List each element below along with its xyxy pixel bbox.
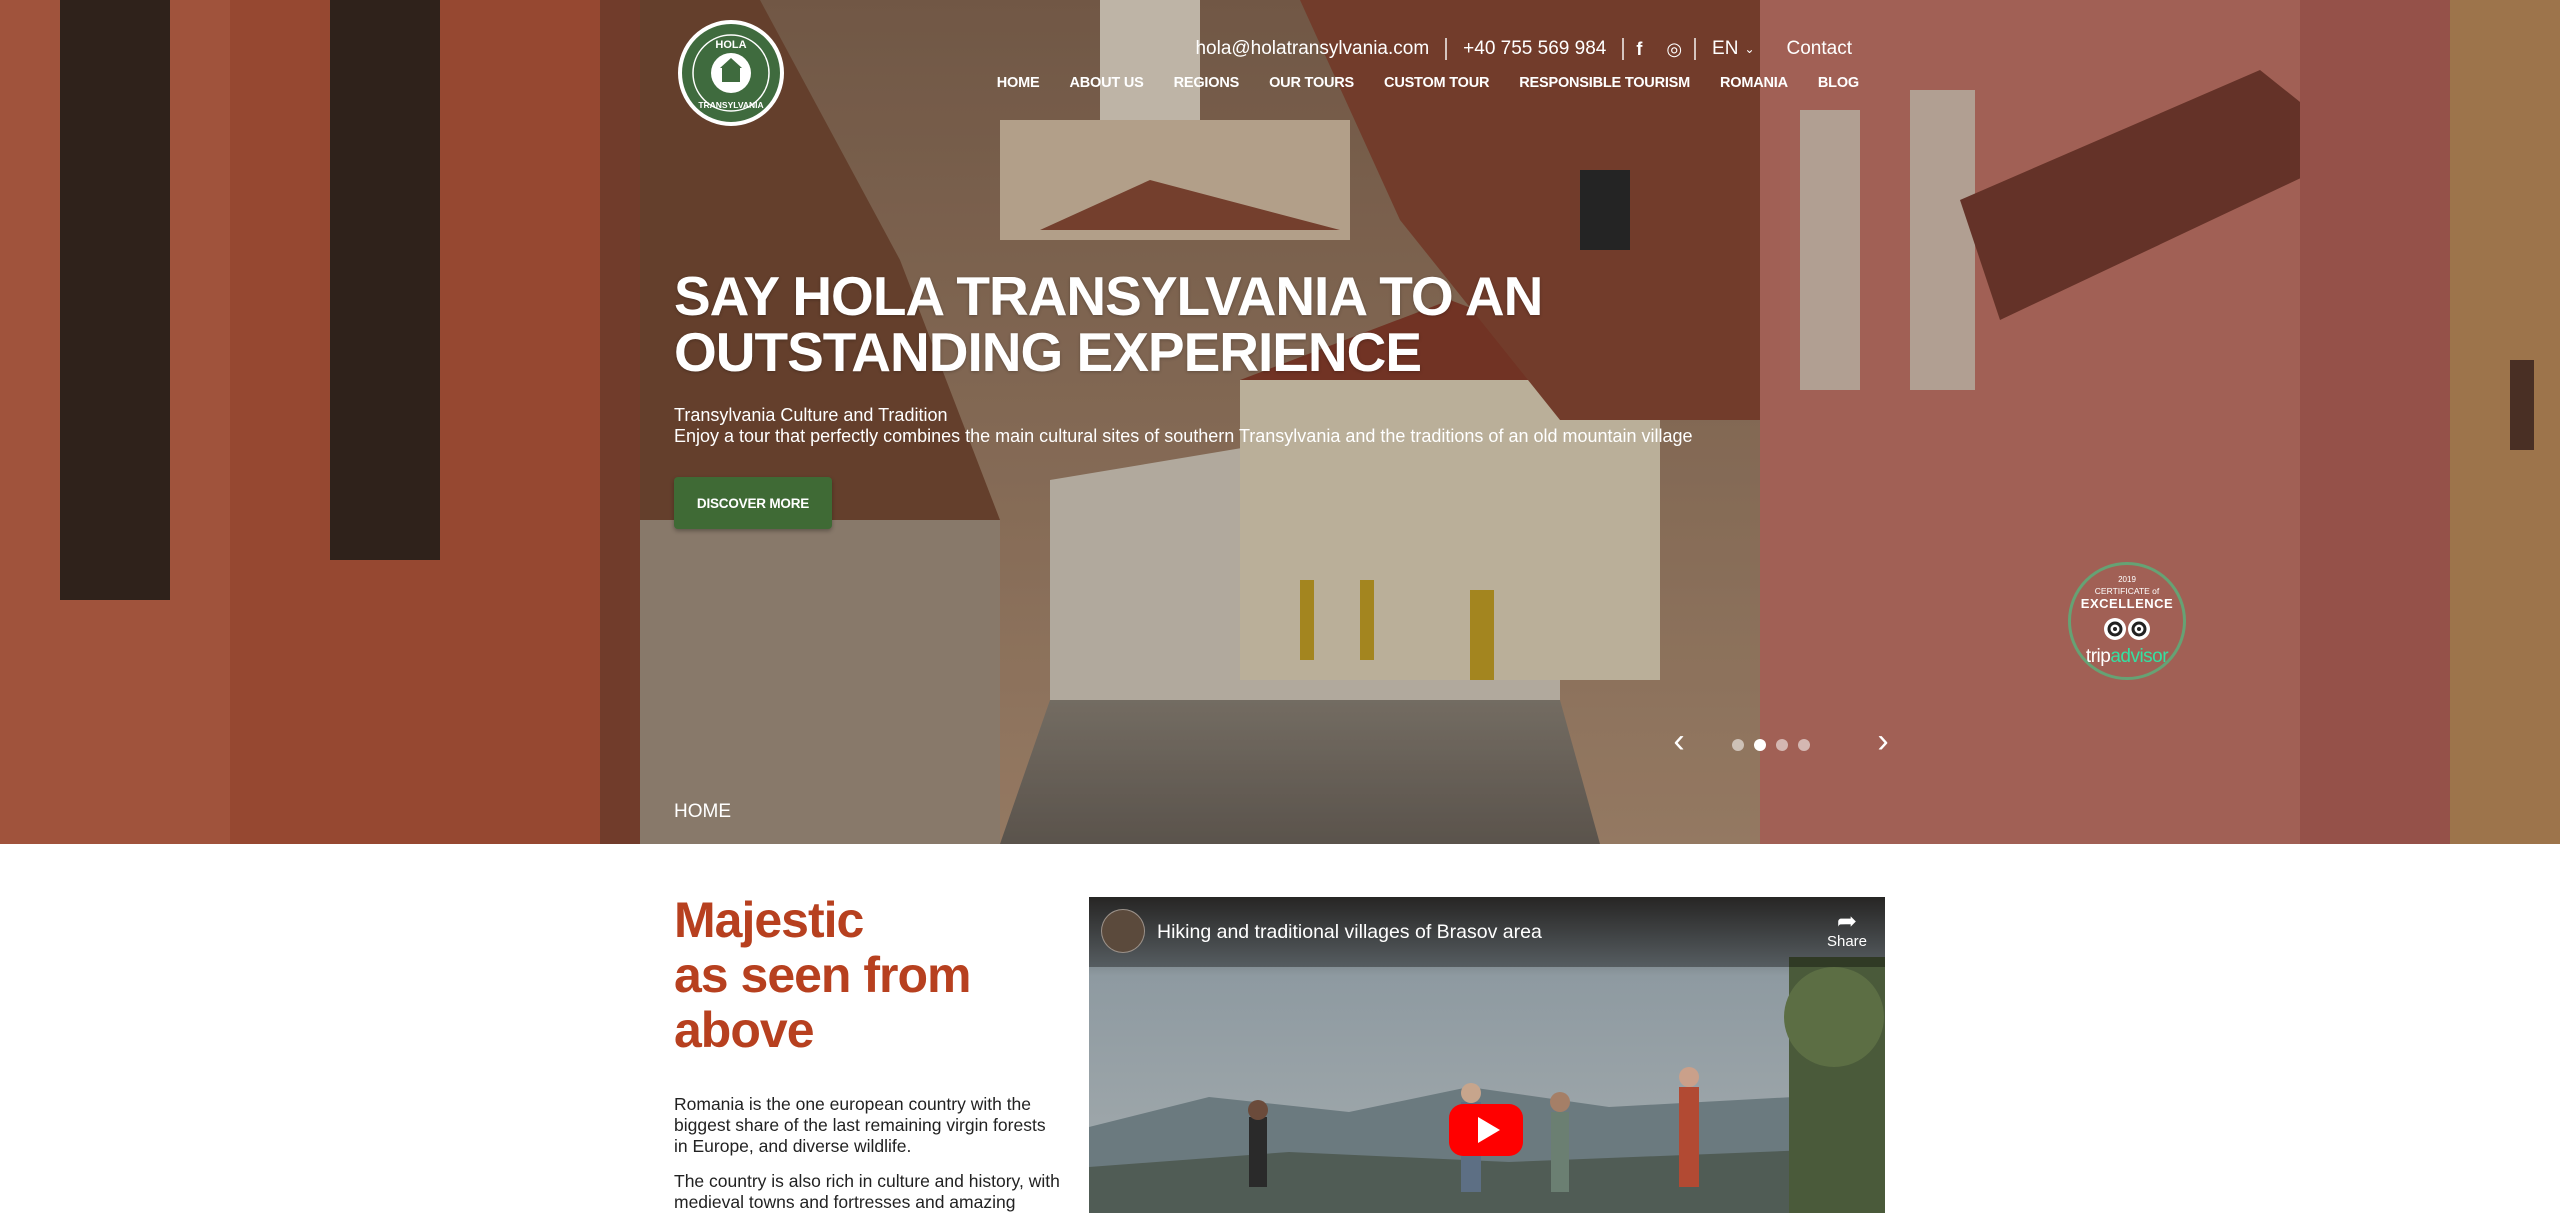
hero-banner: HOLA TRANSYLVANIA hola@holatransylvania.…: [0, 0, 2560, 844]
share-label: Share: [1826, 933, 1867, 950]
section-title-line1: Majestic: [674, 892, 864, 948]
slider-dot[interactable]: [1732, 739, 1744, 751]
instagram-icon[interactable]: ◎: [1654, 39, 1694, 60]
nav-blog[interactable]: BLOG: [1803, 75, 1874, 91]
slider-dot-active[interactable]: [1754, 739, 1766, 751]
section-title-line2: as seen from: [674, 947, 971, 1003]
nav-responsible-tourism[interactable]: RESPONSIBLE TOURISM: [1504, 75, 1705, 91]
language-label: EN: [1712, 38, 1739, 59]
hero-title-line1: SAY HOLA TRANSYLVANIA TO AN: [674, 265, 1543, 327]
facebook-icon[interactable]: f: [1624, 39, 1654, 60]
video-embed[interactable]: Hiking and traditional villages of Braso…: [1089, 897, 1885, 1213]
badge-brand: tripadvisor: [2071, 646, 2183, 668]
hero-subtitle-line1: Transylvania Culture and Tradition: [674, 405, 948, 425]
badge-certificate: CERTIFICATE of: [2094, 586, 2160, 596]
nav-romania[interactable]: ROMANIA: [1705, 75, 1803, 91]
slider-dot[interactable]: [1776, 739, 1788, 751]
play-icon: [1477, 1117, 1500, 1143]
video-thumbnail: [1089, 897, 1885, 1213]
top-contact-bar: hola@holatransylvania.com +40 755 569 98…: [1179, 34, 1868, 64]
slider-dot[interactable]: [1798, 739, 1810, 751]
tripadvisor-owl-icon: [2104, 618, 2150, 640]
breadcrumb[interactable]: HOME: [674, 801, 731, 823]
main-navigation: HOME ABOUT US REGIONS OUR TOURS CUSTOM T…: [982, 75, 1874, 91]
discover-more-button[interactable]: DISCOVER MORE: [674, 477, 832, 529]
slider-prev-icon[interactable]: ‹: [1664, 722, 1694, 760]
play-button[interactable]: [1449, 1104, 1523, 1156]
hero-title: SAY HOLA TRANSYLVANIA TO AN OUTSTANDING …: [674, 268, 1674, 380]
share-icon: ➦: [1836, 908, 1858, 935]
share-button[interactable]: ➦ Share: [1826, 908, 1867, 951]
section-paragraph: The country is also rich in culture and …: [674, 1171, 1060, 1212]
logo-emblem-icon: HOLA TRANSYLVANIA: [692, 34, 770, 112]
hero-title-line2: OUTSTANDING EXPERIENCE: [674, 321, 1422, 383]
slider-next-icon[interactable]: ›: [1868, 722, 1898, 760]
logo-text-transylvania: TRANSYLVANIA: [698, 100, 763, 110]
tripadvisor-badge[interactable]: 2019 CERTIFICATE of EXCELLENCE tripadvis…: [2068, 562, 2186, 680]
section-body: Romania is the one european country with…: [674, 1094, 1064, 1227]
site-logo[interactable]: HOLA TRANSYLVANIA: [678, 20, 784, 126]
section-title: Majestic as seen from above: [674, 893, 1054, 1058]
section-title-line3: above: [674, 1002, 815, 1058]
nav-custom-tour[interactable]: CUSTOM TOUR: [1369, 75, 1504, 91]
phone-link[interactable]: +40 755 569 984: [1447, 38, 1622, 60]
nav-home[interactable]: HOME: [982, 75, 1055, 91]
language-selector[interactable]: EN ⌄: [1696, 38, 1770, 60]
email-link[interactable]: hola@holatransylvania.com: [1179, 38, 1445, 60]
badge-excellence: EXCELLENCE: [2080, 596, 2174, 611]
contact-link[interactable]: Contact: [1771, 38, 1868, 60]
video-title[interactable]: Hiking and traditional villages of Braso…: [1157, 921, 1542, 944]
hero-subtitle: Transylvania Culture and Tradition Enjoy…: [674, 405, 1693, 447]
section-paragraph: Romania is the one european country with…: [674, 1094, 1046, 1156]
hero-subtitle-line2: Enjoy a tour that perfectly combines the…: [674, 426, 1693, 446]
badge-brand-trip: trip: [2085, 646, 2111, 667]
nav-about-us[interactable]: ABOUT US: [1054, 75, 1158, 91]
badge-year: 2019: [2118, 575, 2136, 584]
nav-regions[interactable]: REGIONS: [1159, 75, 1254, 91]
channel-avatar[interactable]: [1101, 909, 1145, 953]
badge-brand-advisor: advisor: [2110, 646, 2169, 667]
chevron-down-icon: ⌄: [1744, 42, 1755, 56]
nav-our-tours[interactable]: OUR TOURS: [1254, 75, 1369, 91]
slider-dots: [1732, 739, 1810, 751]
logo-text-hola: HOLA: [715, 39, 746, 51]
